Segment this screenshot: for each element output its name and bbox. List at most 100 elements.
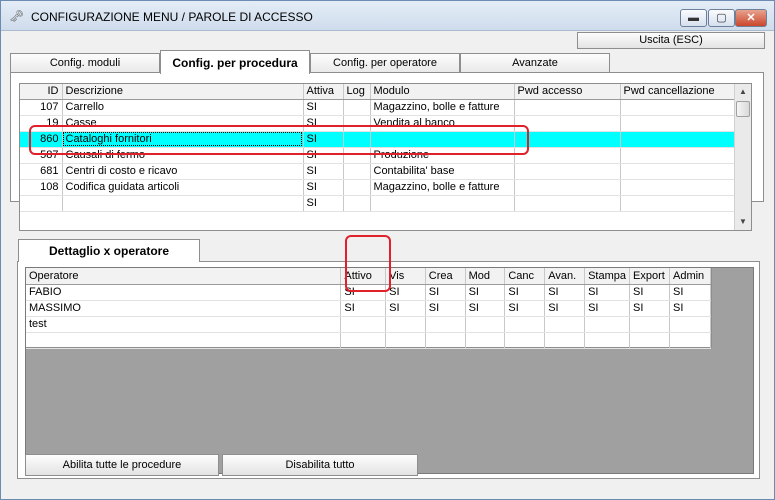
exit-button[interactable]: Uscita (ESC): [577, 32, 765, 49]
col-header-admin[interactable]: Admin: [669, 268, 712, 285]
col-header-vis[interactable]: Vis: [385, 268, 426, 285]
cell-pwd_accesso[interactable]: [514, 179, 621, 196]
cell-log[interactable]: [343, 131, 371, 148]
cell-permission[interactable]: SI: [465, 300, 506, 317]
cell-operatore[interactable]: MASSIMO: [26, 300, 342, 317]
cell-permission[interactable]: [629, 316, 670, 333]
cell-attiva[interactable]: SI: [303, 179, 344, 196]
maximize-button[interactable]: ▢: [708, 9, 735, 27]
cell-modulo[interactable]: [370, 131, 515, 148]
disable-all-button[interactable]: Disabilita tutto: [222, 454, 418, 476]
cell-pwd_accesso[interactable]: [514, 147, 621, 164]
cell-pwd_canc[interactable]: [620, 163, 737, 180]
cell-pwd_canc[interactable]: [620, 195, 737, 212]
cell-log[interactable]: [343, 179, 371, 196]
cell-permission[interactable]: SI: [544, 300, 586, 317]
cell-id[interactable]: 681: [20, 163, 63, 180]
cell-permission[interactable]: [584, 316, 631, 333]
col-header-pwd-accesso[interactable]: Pwd accesso: [514, 84, 621, 100]
cell-empty[interactable]: [584, 332, 631, 349]
scroll-up-icon[interactable]: ▲: [735, 84, 751, 100]
cell-permission[interactable]: SI: [385, 300, 426, 317]
cell-operatore[interactable]: test: [26, 316, 342, 333]
cell-permission[interactable]: SI: [465, 284, 506, 301]
cell-permission[interactable]: SI: [385, 284, 426, 301]
cell-empty[interactable]: [425, 332, 466, 349]
col-header-crea[interactable]: Crea: [425, 268, 466, 285]
cell-permission[interactable]: SI: [425, 300, 466, 317]
cell-empty[interactable]: [669, 332, 712, 349]
cell-permission[interactable]: SI: [584, 300, 631, 317]
cell-descrizione[interactable]: Cataloghi fornitori: [62, 131, 304, 148]
table-row[interactable]: MASSIMO SI SI SI SI SI SI SI SI SI: [26, 300, 712, 317]
cell-pwd_canc[interactable]: [620, 99, 737, 116]
cell-log[interactable]: [343, 163, 371, 180]
cell-permission[interactable]: SI: [629, 300, 670, 317]
cell-descrizione[interactable]: Causali di fermo: [62, 147, 304, 164]
cell-pwd_canc[interactable]: [620, 147, 737, 164]
cell-permission[interactable]: [425, 316, 466, 333]
tab-config-operatore[interactable]: Config. per operatore: [310, 53, 460, 73]
cell-empty[interactable]: [26, 332, 342, 349]
cell-pwd_canc[interactable]: [620, 115, 737, 132]
close-button[interactable]: ✕: [735, 9, 767, 27]
cell-empty[interactable]: [385, 332, 426, 349]
cell-id[interactable]: [20, 195, 63, 212]
cell-permission[interactable]: [504, 316, 546, 333]
cell-attiva[interactable]: SI: [303, 163, 344, 180]
cell-pwd_canc[interactable]: [620, 179, 737, 196]
cell-permission[interactable]: SI: [504, 284, 546, 301]
tab-avanzate[interactable]: Avanzate: [460, 53, 610, 73]
cell-permission[interactable]: SI: [669, 300, 712, 317]
cell-permission[interactable]: [385, 316, 426, 333]
cell-empty[interactable]: [465, 332, 506, 349]
cell-permission[interactable]: [669, 316, 712, 333]
cell-permission[interactable]: SI: [504, 300, 546, 317]
col-header-stampa[interactable]: Stampa: [584, 268, 631, 285]
cell-log[interactable]: [343, 115, 371, 132]
procedures-grid[interactable]: ID Descrizione Attiva Log Modulo Pwd acc…: [19, 83, 752, 231]
cell-modulo[interactable]: Magazzino, bolle e fatture: [370, 99, 515, 116]
cell-log[interactable]: [343, 99, 371, 116]
cell-id[interactable]: 108: [20, 179, 63, 196]
table-row[interactable]: SI: [20, 195, 737, 212]
cell-id[interactable]: 107: [20, 99, 63, 116]
cell-operatore[interactable]: FABIO: [26, 284, 342, 301]
cell-id[interactable]: 19: [20, 115, 63, 132]
col-header-log[interactable]: Log: [343, 84, 371, 100]
col-header-id[interactable]: ID: [20, 84, 63, 100]
cell-pwd_accesso[interactable]: [514, 163, 621, 180]
cell-pwd_accesso[interactable]: [514, 131, 621, 148]
cell-pwd_accesso[interactable]: [514, 99, 621, 116]
cell-empty[interactable]: [504, 332, 546, 349]
cell-permission[interactable]: SI: [425, 284, 466, 301]
cell-permission[interactable]: SI: [544, 284, 586, 301]
cell-descrizione[interactable]: Casse: [62, 115, 304, 132]
cell-modulo[interactable]: Vendita al banco: [370, 115, 515, 132]
tab-config-procedura[interactable]: Config. per procedura: [160, 50, 310, 74]
cell-descrizione[interactable]: Codifica guidata articoli: [62, 179, 304, 196]
operators-grid[interactable]: Operatore Attivo Vis Crea Mod Canc Avan.…: [26, 268, 712, 349]
cell-permission[interactable]: SI: [340, 300, 387, 317]
cell-modulo[interactable]: [370, 195, 515, 212]
col-header-mod[interactable]: Mod: [465, 268, 506, 285]
table-row[interactable]: 860 Cataloghi fornitori SI: [20, 131, 737, 148]
cell-permission[interactable]: SI: [584, 284, 631, 301]
col-header-pwd-cancellazione[interactable]: Pwd cancellazione: [620, 84, 737, 100]
table-row-empty[interactable]: [26, 332, 712, 349]
cell-log[interactable]: [343, 195, 371, 212]
cell-descrizione[interactable]: Centri di costo e ricavo: [62, 163, 304, 180]
col-header-operatore[interactable]: Operatore: [26, 268, 342, 285]
title-bar[interactable]: 🗝 CONFIGURAZIONE MENU / PAROLE DI ACCESS…: [1, 1, 774, 31]
col-header-modulo[interactable]: Modulo: [370, 84, 515, 100]
tab-dettaglio-operatore[interactable]: Dettaglio x operatore: [18, 239, 200, 262]
cell-attiva[interactable]: SI: [303, 99, 344, 116]
table-row[interactable]: FABIO SI SI SI SI SI SI SI SI SI: [26, 284, 712, 301]
table-row[interactable]: 19 Casse SI Vendita al banco: [20, 115, 737, 132]
cell-log[interactable]: [343, 147, 371, 164]
cell-permission[interactable]: SI: [340, 284, 387, 301]
col-header-export[interactable]: Export: [629, 268, 670, 285]
table-row[interactable]: test: [26, 316, 712, 333]
cell-empty[interactable]: [544, 332, 586, 349]
cell-descrizione[interactable]: [62, 195, 304, 212]
